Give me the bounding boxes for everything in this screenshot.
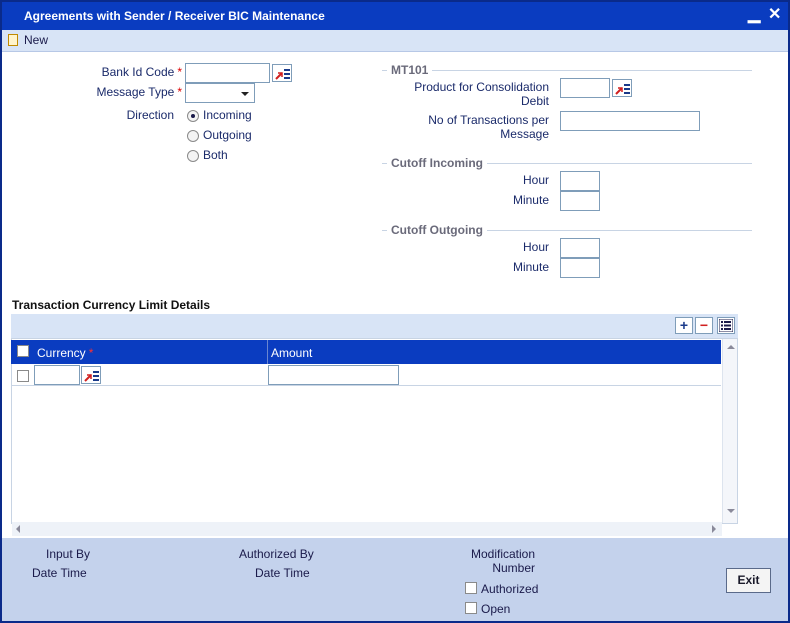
direction-outgoing-radio[interactable] xyxy=(187,130,199,142)
product-consolidation-input[interactable] xyxy=(560,78,610,98)
direction-both-radio[interactable] xyxy=(187,150,199,162)
transactions-per-message-input[interactable] xyxy=(560,111,700,131)
cutoff-outgoing-hour-input[interactable] xyxy=(560,238,600,258)
direction-incoming-radio[interactable] xyxy=(187,110,199,122)
add-row-button[interactable]: + xyxy=(675,317,693,334)
open-checkbox[interactable] xyxy=(465,602,477,614)
transactions-per-message-label: No of Transactions per Message xyxy=(428,113,549,141)
open-label: Open xyxy=(481,602,511,616)
authorized-label: Authorized xyxy=(481,582,539,596)
input-by-label: Input By xyxy=(46,547,91,561)
scroll-right-icon[interactable] xyxy=(712,525,716,533)
bank-id-code-label: Bank Id Code * xyxy=(101,65,182,79)
grid-toolbar xyxy=(11,314,738,338)
chevron-down-icon xyxy=(241,92,249,96)
cutoff-outgoing-minute-input[interactable] xyxy=(560,258,600,278)
table-row xyxy=(11,364,721,386)
list-view-icon xyxy=(719,319,733,332)
single-view-button[interactable] xyxy=(717,317,735,334)
product-consolidation-label: Product for Consolidation Debit xyxy=(414,80,549,108)
new-document-icon xyxy=(8,34,18,46)
row-select-checkbox[interactable] xyxy=(17,370,29,382)
bank-id-code-input[interactable] xyxy=(185,63,270,83)
modification-number-label: Modification Number xyxy=(470,547,535,575)
title-bar: Agreements with Sender / Receiver BIC Ma… xyxy=(2,2,788,30)
new-label: New xyxy=(24,33,49,47)
currency-limit-section-title: Transaction Currency Limit Details xyxy=(12,298,211,312)
direction-outgoing-label: Outgoing xyxy=(203,128,252,142)
cutoff-incoming-hour-input[interactable] xyxy=(560,171,600,191)
cutoff-incoming-section-title: Cutoff Incoming xyxy=(387,156,487,170)
cutoff-incoming-minute-input[interactable] xyxy=(560,191,600,211)
vertical-scrollbar[interactable] xyxy=(722,339,737,523)
currency-column-header[interactable]: Currency * xyxy=(37,346,93,360)
list-of-values-icon xyxy=(84,371,99,382)
message-type-label: Message Type * xyxy=(96,85,183,99)
exit-button[interactable]: Exit xyxy=(726,568,771,593)
remove-row-button[interactable]: − xyxy=(695,317,713,334)
bank-id-code-lov-button[interactable] xyxy=(272,64,292,82)
direction-label: Direction xyxy=(126,108,174,122)
direction-incoming-label: Incoming xyxy=(203,108,252,122)
cutoff-incoming-hour-label: Hour xyxy=(522,173,549,187)
input-date-time-label: Date Time xyxy=(32,566,87,580)
scroll-down-icon[interactable] xyxy=(727,509,735,513)
cutoff-incoming-minute-label: Minute xyxy=(512,193,549,207)
authorized-date-time-label: Date Time xyxy=(255,566,310,580)
product-consolidation-lov-button[interactable] xyxy=(612,79,632,97)
new-button[interactable]: New xyxy=(8,33,48,47)
amount-column-header[interactable]: Amount xyxy=(271,346,312,360)
cutoff-outgoing-section-title: Cutoff Outgoing xyxy=(387,223,487,237)
currency-input[interactable] xyxy=(34,365,80,385)
select-all-checkbox[interactable] xyxy=(17,345,29,357)
mt101-section-title: MT101 xyxy=(387,63,433,77)
authorized-checkbox[interactable] xyxy=(465,582,477,594)
list-of-values-icon xyxy=(615,84,630,95)
scroll-up-icon[interactable] xyxy=(727,345,735,349)
column-divider xyxy=(267,340,268,364)
close-icon[interactable]: ✕ xyxy=(768,4,781,26)
window-title: Agreements with Sender / Receiver BIC Ma… xyxy=(24,9,325,23)
audit-footer: Input By Date Time Authorized By Date Ti… xyxy=(2,538,788,621)
minimize-icon[interactable]: ▁ xyxy=(748,4,760,26)
mt101-divider xyxy=(382,70,752,71)
scroll-left-icon[interactable] xyxy=(16,525,20,533)
currency-lov-button[interactable] xyxy=(81,366,101,384)
main-window: Agreements with Sender / Receiver BIC Ma… xyxy=(0,0,790,623)
grid-header-row: Currency * Amount xyxy=(11,340,721,364)
authorized-by-label: Authorized By xyxy=(239,547,314,561)
horizontal-scrollbar[interactable] xyxy=(12,522,722,536)
list-of-values-icon xyxy=(275,69,290,80)
cutoff-outgoing-minute-label: Minute xyxy=(512,260,549,274)
message-type-select[interactable] xyxy=(185,83,255,103)
toolbar: New xyxy=(2,30,788,52)
amount-input[interactable] xyxy=(268,365,399,385)
cutoff-outgoing-hour-label: Hour xyxy=(522,240,549,254)
direction-both-label: Both xyxy=(203,148,228,162)
